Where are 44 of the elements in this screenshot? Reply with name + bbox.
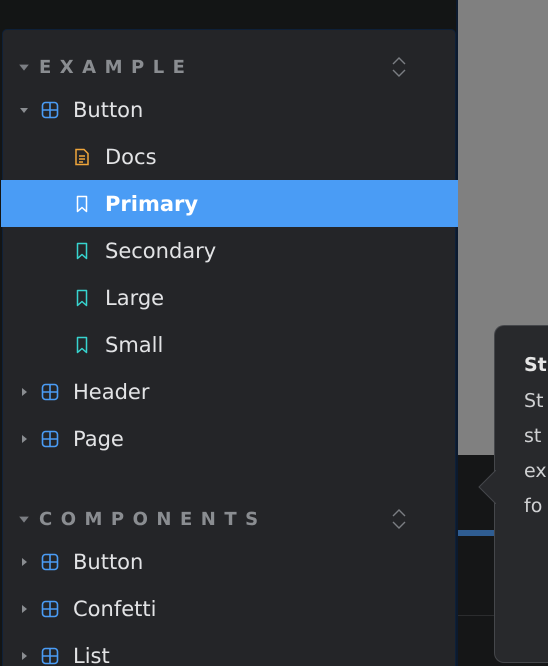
caret-icon[interactable]	[19, 604, 29, 614]
item-label: Page	[73, 426, 124, 450]
tree-item[interactable]: Secondary	[1, 227, 458, 274]
tree-item[interactable]: Confetti	[1, 585, 458, 632]
tooltip-text: ex	[524, 459, 548, 484]
grid-icon	[41, 430, 59, 448]
grid-icon	[41, 646, 59, 664]
caret-icon[interactable]	[19, 434, 29, 444]
expand-collapse-icon[interactable]	[391, 56, 407, 78]
item-label: Small	[105, 332, 164, 356]
item-label: Header	[73, 380, 150, 404]
item-label: Docs	[105, 144, 157, 168]
tooltip-title: St	[524, 354, 548, 376]
section-title: COMPONENTS	[39, 508, 268, 530]
tree-item[interactable]: List	[1, 632, 458, 666]
caret-icon[interactable]	[19, 556, 29, 566]
caret-icon[interactable]	[19, 650, 29, 660]
tree-item[interactable]: Button	[1, 86, 458, 133]
tree-item[interactable]: Header	[1, 368, 458, 415]
tooltip-text: fo	[524, 494, 544, 519]
item-label: Primary	[105, 192, 198, 216]
caret-icon[interactable]	[19, 386, 29, 396]
item-label: Secondary	[105, 238, 216, 262]
tree-item[interactable]: Large	[1, 274, 458, 321]
expand-collapse-icon[interactable]	[391, 508, 407, 530]
section-header[interactable]: EXAMPLE	[3, 48, 455, 86]
item-label: Large	[105, 286, 164, 310]
tree-item[interactable]: Page	[1, 415, 458, 462]
tree-item[interactable]: Small	[1, 321, 458, 368]
tooltip-text: st	[524, 424, 542, 449]
tree-item[interactable]: Docs	[1, 133, 458, 180]
grid-icon	[41, 552, 59, 570]
item-label: Button	[73, 550, 144, 574]
section-header[interactable]: COMPONENTS	[3, 500, 455, 538]
section-title: EXAMPLE	[39, 56, 194, 78]
document-icon	[73, 148, 91, 166]
item-label: List	[73, 644, 110, 666]
tree-item[interactable]: Button	[1, 538, 458, 585]
item-label: Confetti	[73, 596, 156, 620]
grid-icon	[41, 382, 59, 400]
grid-icon	[41, 100, 59, 118]
tooltip-text: St	[524, 389, 545, 414]
item-label: Button	[73, 98, 144, 122]
grid-icon	[41, 600, 59, 618]
